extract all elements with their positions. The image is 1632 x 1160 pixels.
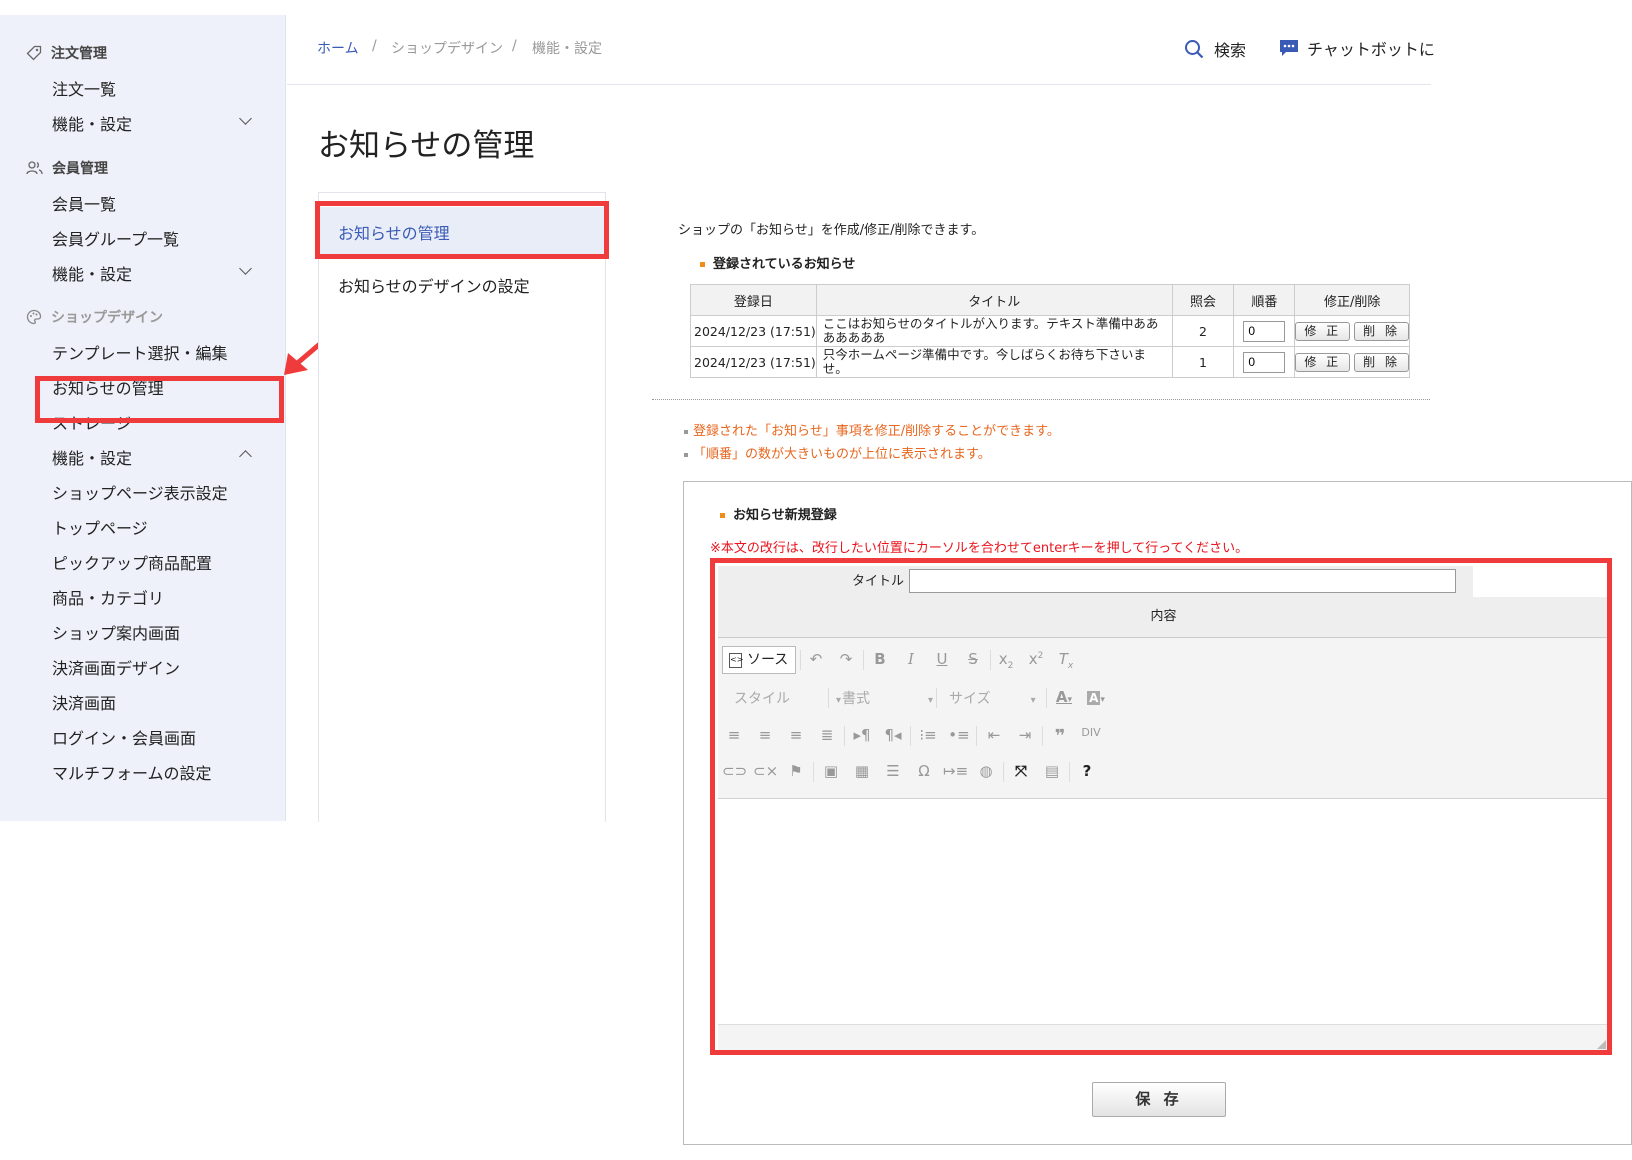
sidebar-item-products[interactable]: 商品・カテゴリ xyxy=(52,585,164,609)
chatbot-button[interactable]: チャットボットに xyxy=(1279,36,1435,60)
table-row: 2024/12/23 (17:51) ここはお知らせのタイトルが入ります。テキス… xyxy=(690,315,1410,347)
note-line: 「順番」の数が大きいものが上位に表示されます。 xyxy=(684,443,991,462)
notice-table: 登録日 タイトル 照会 順番 修正/削除 2024/12/23 (17:51) … xyxy=(690,284,1410,378)
breadcrumb-separator: / xyxy=(372,38,377,54)
tag-icon xyxy=(26,45,42,61)
registered-heading: 登録されているお知らせ xyxy=(700,253,855,272)
cell-actions: 修 正 削 除 xyxy=(1294,346,1410,378)
users-icon xyxy=(26,161,43,175)
sidebar-item-payment[interactable]: 決済画面 xyxy=(52,690,116,714)
cell-date: 2024/12/23 (17:51) xyxy=(690,346,817,378)
column-header: タイトル xyxy=(815,284,1173,316)
column-header: 順番 xyxy=(1233,284,1296,316)
column-header: 登録日 xyxy=(690,284,817,316)
breadcrumb-home[interactable]: ホーム xyxy=(317,38,359,58)
header-divider xyxy=(287,84,1431,85)
save-button[interactable]: 保 存 xyxy=(1092,1082,1226,1117)
delete-button[interactable]: 削 除 xyxy=(1354,352,1409,372)
order-input[interactable] xyxy=(1243,320,1286,342)
search-button[interactable]: 検索 xyxy=(1184,37,1246,61)
delete-button[interactable]: 削 除 xyxy=(1354,321,1409,341)
section-header-members: 会員管理 xyxy=(26,158,108,178)
highlight-box xyxy=(315,201,609,259)
section-header-orders: 注文管理 xyxy=(26,43,107,63)
highlight-box xyxy=(35,376,284,423)
cell-views: 1 xyxy=(1171,346,1235,378)
form-heading: お知らせ新規登録 xyxy=(720,504,837,523)
column-header: 照会 xyxy=(1171,284,1235,316)
sidebar-item-login-member[interactable]: ログイン・会員画面 xyxy=(52,725,196,749)
section-title: ショップデザイン xyxy=(51,310,163,326)
dotted-divider xyxy=(652,399,1430,400)
breadcrumb-settings: 機能・設定 xyxy=(532,41,602,57)
palette-icon xyxy=(26,309,42,325)
search-icon xyxy=(1185,40,1204,59)
sidebar-item-pickup[interactable]: ピックアップ商品配置 xyxy=(52,550,212,574)
note-line: 登録された「お知らせ」事項を修正/削除することができます。 xyxy=(684,420,1060,439)
edit-button[interactable]: 修 正 xyxy=(1295,352,1351,372)
intro-text: ショップの「お知らせ」を作成/修正/削除できます。 xyxy=(678,223,985,238)
subnav-item-notice-design[interactable]: お知らせのデザインの設定 xyxy=(338,273,530,297)
cell-title[interactable]: ここはお知らせのタイトルが入ります。テキスト準備中あああああああ xyxy=(815,315,1173,347)
cell-order xyxy=(1233,346,1296,378)
edit-button[interactable]: 修 正 xyxy=(1295,321,1351,341)
sidebar-item-member-settings[interactable]: 機能・設定 xyxy=(52,261,132,285)
chatbot-label: チャットボットに xyxy=(1307,40,1435,59)
chevron-down-icon[interactable] xyxy=(239,262,252,275)
table-row: 2024/12/23 (17:51) 只今ホームページ準備中です。今しばらくお待… xyxy=(690,346,1410,378)
order-input[interactable] xyxy=(1243,351,1286,373)
sidebar-item-payment-design[interactable]: 決済画面デザイン xyxy=(52,655,180,679)
chevron-down-icon[interactable] xyxy=(239,112,252,125)
form-warning: ※本文の改行は、改行したい位置にカーソルを合わせてenterキーを押して行ってく… xyxy=(710,541,1249,556)
cell-views: 2 xyxy=(1171,315,1235,347)
breadcrumb-separator: / xyxy=(512,38,517,54)
sidebar-item-template[interactable]: テンプレート選択・編集 xyxy=(52,340,228,364)
chevron-up-icon[interactable] xyxy=(239,450,252,463)
cell-order xyxy=(1233,315,1296,347)
column-header: 修正/削除 xyxy=(1294,284,1410,316)
table-header-row: 登録日 タイトル 照会 順番 修正/削除 xyxy=(690,284,1410,316)
section-title: 注文管理 xyxy=(51,46,107,62)
sidebar-item-design-settings[interactable]: 機能・設定 xyxy=(52,445,132,469)
sidebar-item-top-page[interactable]: トップページ xyxy=(52,515,148,539)
chat-icon xyxy=(1280,40,1298,56)
breadcrumb-shop-design[interactable]: ショップデザイン xyxy=(391,38,503,58)
sidebar-item-member-groups[interactable]: 会員グループ一覧 xyxy=(52,226,179,250)
page-title: お知らせの管理 xyxy=(318,128,535,164)
sidebar-item-shop-page-display[interactable]: ショップページ表示設定 xyxy=(52,480,228,504)
sidebar-item-member-list[interactable]: 会員一覧 xyxy=(52,191,116,215)
sidebar-item-order-list[interactable]: 注文一覧 xyxy=(52,76,116,100)
section-title: 会員管理 xyxy=(52,161,108,177)
cell-actions: 修 正 削 除 xyxy=(1294,315,1410,347)
sub-navigation: お知らせの管理 お知らせのデザインの設定 xyxy=(318,192,606,822)
sidebar-item-shop-guide[interactable]: ショップ案内画面 xyxy=(52,620,180,644)
cell-title[interactable]: 只今ホームページ準備中です。今しばらくお待ち下さいませ。 xyxy=(815,346,1173,378)
section-header-shop-design: ショップデザイン xyxy=(26,307,163,327)
sidebar-item-order-settings[interactable]: 機能・設定 xyxy=(52,111,132,135)
highlight-box xyxy=(710,558,1612,1055)
search-label: 検索 xyxy=(1214,41,1247,60)
cell-date: 2024/12/23 (17:51) xyxy=(690,315,817,347)
sidebar-item-multiform[interactable]: マルチフォームの設定 xyxy=(52,760,212,784)
